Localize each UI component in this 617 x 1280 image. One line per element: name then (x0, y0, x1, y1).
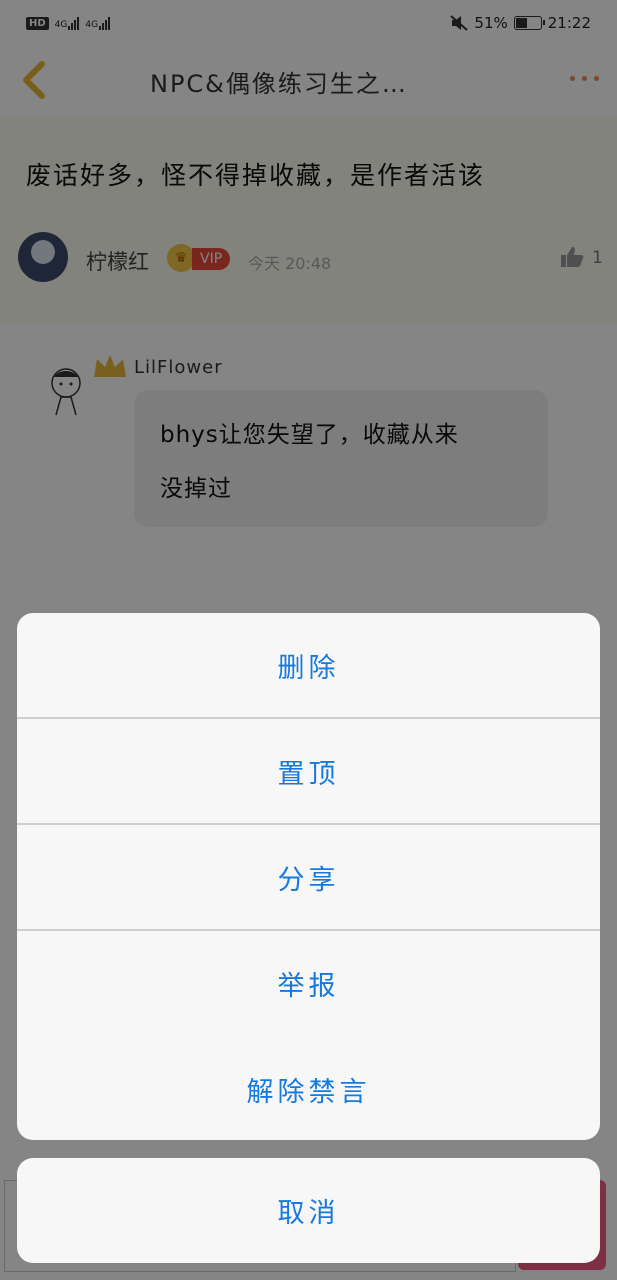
report-button[interactable]: 举报 (17, 931, 600, 1036)
share-button[interactable]: 分享 (17, 825, 600, 930)
delete-button[interactable]: 删除 (17, 613, 600, 718)
unmute-button[interactable]: 解除禁言 (17, 1037, 600, 1140)
pin-button[interactable]: 置顶 (17, 719, 600, 824)
action-sheet: 删除 置顶 分享 举报 解除禁言 (17, 613, 600, 1140)
cancel-button[interactable]: 取消 (17, 1158, 600, 1263)
